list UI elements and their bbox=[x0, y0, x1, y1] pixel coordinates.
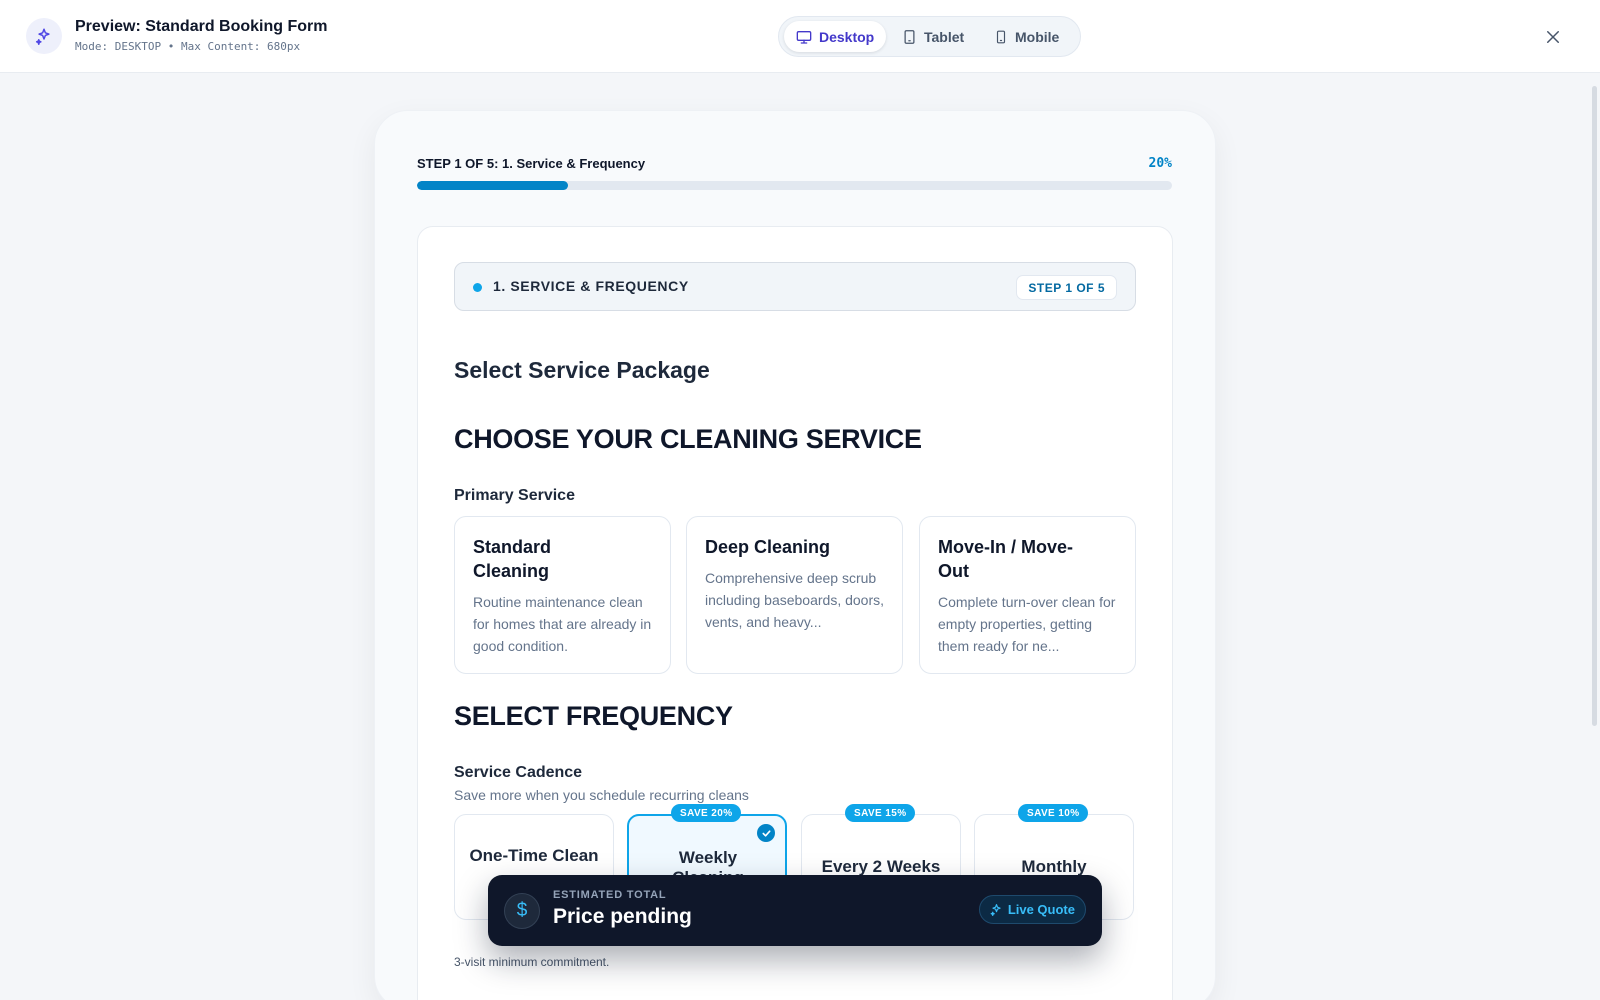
frequency-name: One-Time Clean bbox=[469, 846, 599, 865]
progress-percent: 20% bbox=[1148, 156, 1172, 171]
close-icon[interactable] bbox=[1540, 24, 1566, 50]
service-description: Routine maintenance clean for homes that… bbox=[473, 594, 652, 654]
progress-fill bbox=[417, 181, 568, 190]
sparkles-icon bbox=[26, 18, 62, 54]
section-header: 1. SERVICE & FREQUENCY STEP 1 OF 5 bbox=[454, 262, 1136, 311]
smartphone-icon bbox=[996, 30, 1006, 43]
package-heading: Select Service Package bbox=[454, 357, 710, 383]
cadence-label: Service Cadence bbox=[454, 764, 583, 781]
tablet-icon bbox=[904, 29, 915, 44]
top-bar: Preview: Standard Booking Form Mode: DES… bbox=[0, 0, 1600, 73]
sparkles-icon bbox=[990, 904, 1001, 916]
primary-service-label: Primary Service bbox=[454, 487, 575, 504]
service-name: Move-In / Move-Out bbox=[938, 537, 1074, 581]
tab-desktop-label: Desktop bbox=[819, 28, 875, 45]
minimum-commitment-note: 3-visit minimum commitment. bbox=[454, 955, 610, 969]
save-badge-biweekly: SAVE 15% bbox=[845, 804, 916, 822]
service-description: Complete turn-over clean for empty prope… bbox=[938, 594, 1116, 654]
frequency-heading: SELECT FREQUENCY bbox=[454, 701, 733, 731]
live-quote-label: Live Quote bbox=[1007, 902, 1075, 917]
status-dot bbox=[473, 283, 482, 292]
dollar-icon: $ bbox=[504, 893, 540, 929]
device-switcher: Desktop Tablet Mobile bbox=[778, 16, 1081, 57]
total-value: Price pending bbox=[553, 905, 692, 928]
progress-bar bbox=[417, 181, 1172, 190]
tab-tablet[interactable]: Tablet bbox=[890, 21, 976, 52]
cadence-help-text: Save more when you schedule recurring cl… bbox=[454, 787, 749, 803]
service-description: Comprehensive deep scrub including baseb… bbox=[705, 570, 885, 630]
progress-step-label: STEP 1 OF 5: 1. Service & Frequency bbox=[417, 156, 646, 171]
service-name: Deep Cleaning bbox=[705, 537, 831, 557]
tab-desktop[interactable]: Desktop bbox=[784, 21, 887, 52]
save-badge-monthly: SAVE 10% bbox=[1018, 804, 1089, 822]
tab-mobile-label: Mobile bbox=[1015, 28, 1060, 45]
service-card-deep[interactable]: Deep Cleaning Comprehensive deep scrub i… bbox=[686, 516, 903, 674]
frequency-name: Every 2 Weeks bbox=[821, 857, 941, 876]
tab-tablet-label: Tablet bbox=[924, 28, 965, 45]
estimated-total-bar: $ ESTIMATED TOTAL Price pending Live Quo… bbox=[488, 875, 1102, 946]
total-label: ESTIMATED TOTAL bbox=[553, 889, 667, 901]
page-title: Preview: Standard Booking Form bbox=[75, 18, 328, 35]
live-quote-badge[interactable]: Live Quote bbox=[978, 895, 1086, 924]
service-card-move[interactable]: Move-In / Move-Out Complete turn-over cl… bbox=[919, 516, 1136, 674]
check-icon bbox=[757, 824, 775, 842]
page-subtitle: Mode: DESKTOP • Max Content: 680px bbox=[75, 40, 301, 53]
scrollbar-thumb[interactable] bbox=[1592, 86, 1597, 726]
step-badge: STEP 1 OF 5 bbox=[1016, 275, 1117, 300]
service-name: Standard Cleaning bbox=[473, 537, 552, 581]
monitor-icon bbox=[796, 30, 812, 44]
tab-mobile[interactable]: Mobile bbox=[982, 21, 1071, 52]
save-badge-weekly: SAVE 20% bbox=[671, 804, 742, 822]
section-title: 1. SERVICE & FREQUENCY bbox=[493, 278, 689, 294]
frequency-name: Monthly bbox=[1021, 857, 1087, 876]
service-card-standard[interactable]: Standard Cleaning Routine maintenance cl… bbox=[454, 516, 671, 674]
choose-service-heading: CHOOSE YOUR CLEANING SERVICE bbox=[454, 424, 922, 454]
